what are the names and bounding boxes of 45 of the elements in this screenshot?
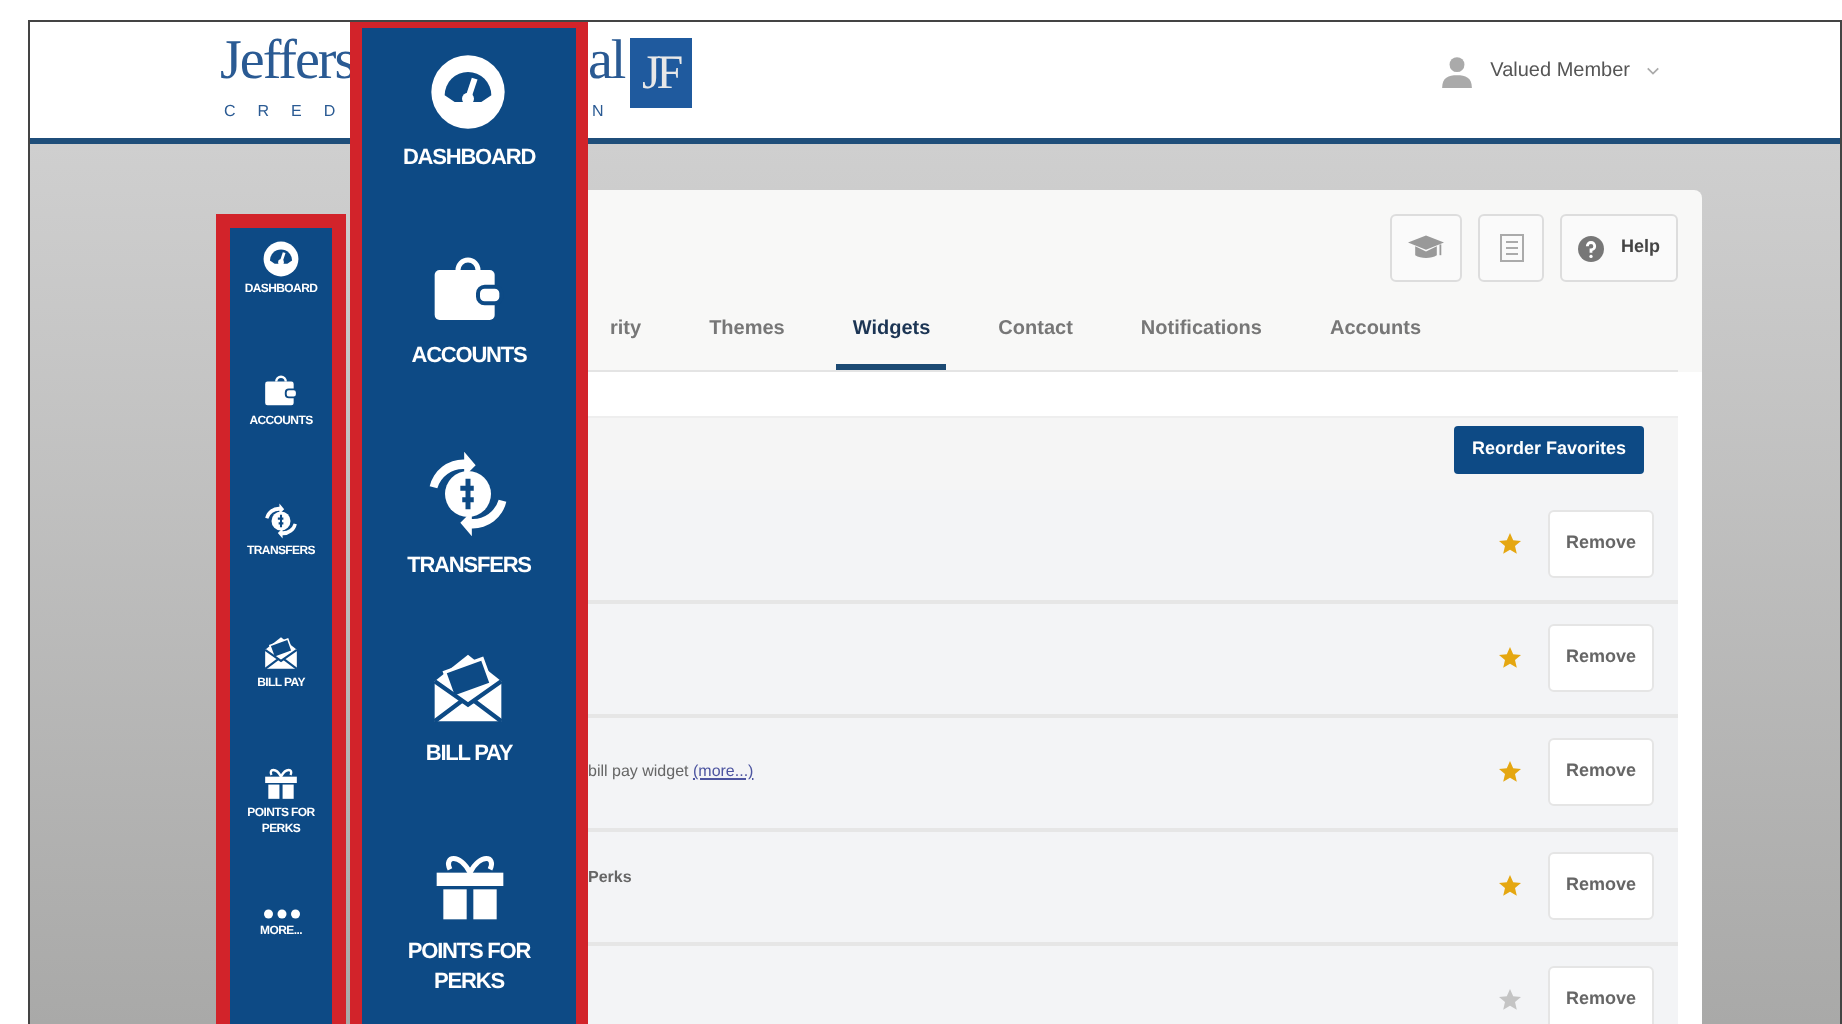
remove-button[interactable]: Remove — [1548, 852, 1654, 920]
remove-button[interactable]: Remove — [1548, 624, 1654, 692]
gift-icon — [262, 764, 300, 802]
tab[interactable]: Notifications — [1124, 300, 1278, 370]
sidebar-item[interactable]: DASHBOARD — [402, 52, 536, 251]
remove-button[interactable]: Remove — [1548, 738, 1654, 806]
user-name[interactable]: Valued Member — [1490, 56, 1630, 86]
favorite-star-icon[interactable] — [1498, 874, 1522, 898]
widget-title: Perks — [588, 865, 634, 889]
logo-subtitle: CRED — [222, 100, 360, 124]
money-transfer-icon — [262, 502, 300, 540]
document-button[interactable] — [1478, 214, 1545, 282]
wallet-icon — [261, 371, 300, 409]
tab[interactable]: Contact — [982, 300, 1089, 370]
favorite-star-icon[interactable] — [1498, 760, 1522, 784]
widget-description: bill pay widget (more...) — [588, 760, 756, 784]
reorder-favorites-button[interactable]: Reorder Favorites — [1453, 426, 1644, 473]
gauge-icon — [428, 52, 509, 132]
sidebar-item[interactable]: ACCOUNTS — [411, 250, 527, 449]
sidebar-item[interactable]: POINTS FOR PERKS — [389, 845, 549, 1024]
remove-button[interactable]: Remove — [1548, 510, 1654, 578]
logo-subtitle: N — [590, 100, 626, 124]
graduation-cap-icon — [1408, 234, 1445, 262]
logo-text: Jeffers — [220, 34, 357, 90]
more-link[interactable]: (more...) — [692, 762, 754, 780]
help-icon — [1578, 235, 1605, 261]
caret-icon[interactable] — [1646, 66, 1660, 76]
sidebar-item[interactable]: BILL PAY — [425, 647, 513, 846]
favorite-star-icon[interactable] — [1498, 646, 1522, 670]
education-button[interactable] — [1390, 214, 1463, 282]
help-button[interactable]: Help — [1560, 214, 1678, 282]
tab[interactable]: Accounts — [1313, 300, 1438, 370]
envelope-icon — [262, 633, 300, 671]
user-icon — [1440, 54, 1475, 88]
tab[interactable]: rity — [594, 300, 658, 370]
gauge-icon — [262, 240, 300, 278]
document-icon — [1499, 234, 1524, 262]
tab[interactable]: Themes — [693, 300, 801, 370]
favorite-star-icon[interactable] — [1498, 988, 1522, 1012]
logo-mark: JF — [629, 38, 692, 108]
more-dots-icon — [263, 907, 299, 919]
remove-button[interactable]: Remove — [1548, 966, 1654, 1024]
sidebar-item[interactable]: TRANSFERS — [407, 448, 531, 648]
favorite-star-icon[interactable] — [1498, 532, 1522, 556]
logo-text: al — [588, 34, 626, 90]
